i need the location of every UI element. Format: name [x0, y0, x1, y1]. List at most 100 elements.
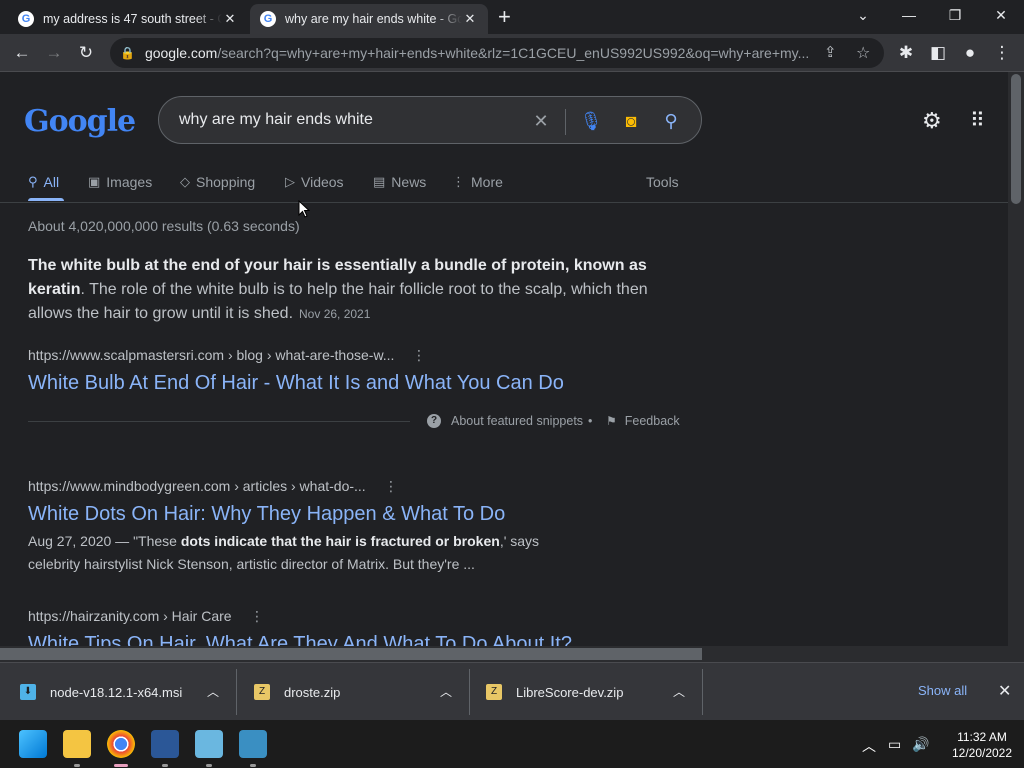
profile-avatar-icon[interactable]: ● — [958, 41, 982, 65]
horizontal-scrollbar[interactable] — [0, 646, 1024, 662]
volume-icon[interactable]: 🔊 — [912, 736, 929, 753]
feedback-label: Feedback — [624, 414, 680, 428]
snippet-result-title-link[interactable]: White Bulb At End Of Hair - What It Is a… — [28, 372, 564, 395]
download-item[interactable]: Z LibreScore-dev.zip — [486, 663, 623, 721]
tab-videos-label: Videos — [301, 174, 344, 190]
newspaper-icon: ▤ — [373, 174, 386, 189]
forward-arrow-icon[interactable]: → — [42, 41, 66, 65]
voice-search-mic-icon[interactable]: 🎙 — [579, 109, 603, 133]
search-input[interactable] — [179, 109, 519, 131]
clock-time: 11:32 AM — [957, 730, 1007, 744]
snippet-cite-url[interactable]: https://www.scalpmastersri.com › blog › … — [28, 347, 394, 363]
result-more-options-icon[interactable]: ⋮ — [250, 608, 264, 625]
clear-search-icon[interactable]: ✕ — [529, 109, 553, 133]
tab-more[interactable]: ⋮ More — [452, 172, 503, 192]
download-filename: LibreScore-dev.zip — [516, 684, 624, 700]
restore-icon[interactable]: ❐ — [932, 4, 978, 28]
snippet-date: Nov 26, 2021 — [299, 307, 371, 321]
browser-toolbar: ← → ↻ 🔒 google.com /search?q=why+are+my+… — [0, 34, 1024, 72]
close-tab-icon[interactable]: ✕ — [222, 11, 238, 27]
tab-images-label: Images — [106, 174, 153, 190]
reload-icon[interactable]: ↻ — [74, 41, 98, 65]
google-favicon-icon: G — [18, 11, 34, 27]
show-all-downloads-link[interactable]: Show all — [918, 683, 967, 698]
tab-news[interactable]: ▤ News — [373, 172, 426, 192]
extensions-puzzle-icon[interactable]: ✱ — [894, 41, 918, 65]
tools-button[interactable]: Tools — [646, 172, 679, 192]
lens-camera-icon[interactable]: ◙ — [619, 109, 643, 133]
side-panel-icon[interactable]: ◧ — [926, 41, 950, 65]
running-indicator — [206, 764, 212, 767]
vertical-scrollbar[interactable] — [1008, 72, 1024, 646]
running-indicator — [250, 764, 256, 767]
play-icon: ▷ — [285, 174, 295, 189]
tab-images[interactable]: ▣ Images — [88, 172, 152, 192]
browser-tab-active[interactable]: G why are my hair ends white - Google Se… — [250, 4, 488, 34]
tab-videos[interactable]: ▷ Videos — [285, 172, 344, 192]
tray-overflow-chevron-icon[interactable]: ︿ — [862, 736, 876, 756]
address-bar[interactable]: 🔒 google.com /search?q=why+are+my+hair+e… — [110, 38, 884, 68]
download-options-chevron-icon[interactable]: ︿ — [440, 683, 452, 700]
result-cite-url[interactable]: https://hairzanity.com › Hair Care — [28, 608, 232, 624]
running-indicator — [74, 764, 80, 767]
download-item[interactable]: Z droste.zip — [254, 663, 340, 721]
search-box-divider — [565, 109, 566, 135]
search-box[interactable]: ✕ 🎙 ◙ ⚲ — [158, 96, 702, 144]
chrome-icon[interactable] — [107, 730, 135, 758]
snippet-footer-divider — [28, 421, 410, 422]
vertical-scroll-thumb[interactable] — [1011, 74, 1021, 204]
logo-text: Google — [24, 104, 136, 139]
tab-all[interactable]: ⚲ All — [28, 172, 59, 192]
result-title-link[interactable]: White Tips On Hair. What Are They And Wh… — [28, 633, 572, 646]
search-results-page: Google ✕ 🎙 ◙ ⚲ ⚙ ⠿ ⚲ All ▣ Images ◇ Shop… — [0, 72, 1008, 646]
network-icon[interactable]: ▭ — [888, 736, 901, 753]
feedback-link[interactable]: ⚑ Feedback — [606, 414, 680, 428]
taskbar-clock[interactable]: 11:32 AM 12/20/2022 — [950, 729, 1014, 761]
result-title-link[interactable]: White Dots On Hair: Why They Happen & Wh… — [28, 503, 505, 526]
about-featured-snippets-link[interactable]: ? About featured snippets — [427, 414, 583, 428]
result-more-options-icon[interactable]: ⋮ — [384, 478, 398, 495]
close-downloads-icon[interactable]: ✕ — [998, 681, 1011, 701]
apps-grid-icon[interactable]: ⠿ — [970, 108, 985, 133]
download-filename: droste.zip — [284, 684, 341, 700]
download-options-chevron-icon[interactable]: ︿ — [673, 683, 685, 700]
file-explorer-icon[interactable] — [63, 730, 91, 758]
app-icon[interactable] — [151, 730, 179, 758]
zip-file-icon: Z — [486, 684, 502, 700]
lock-icon[interactable]: 🔒 — [120, 46, 135, 60]
result-cite-url[interactable]: https://www.mindbodygreen.com › articles… — [28, 478, 366, 494]
search-submit-icon[interactable]: ⚲ — [659, 109, 683, 133]
tab-search-chevron-icon[interactable]: ⌄ — [840, 4, 886, 28]
download-options-chevron-icon[interactable]: ︿ — [207, 683, 219, 700]
download-separator — [236, 669, 237, 715]
download-separator — [702, 669, 703, 715]
settings-gear-icon[interactable]: ⚙ — [922, 108, 942, 134]
horizontal-scroll-thumb[interactable] — [0, 648, 702, 660]
tab-more-label: More — [471, 174, 503, 190]
google-logo[interactable]: Google — [24, 104, 136, 139]
result-description: Aug 27, 2020 — "These dots indicate that… — [28, 530, 588, 576]
result-desc-pre: Aug 27, 2020 — "These — [28, 533, 181, 549]
control-panel-icon[interactable] — [195, 730, 223, 758]
bookmark-star-icon[interactable]: ☆ — [856, 43, 870, 63]
close-window-icon[interactable]: ✕ — [978, 4, 1024, 28]
tab-shopping[interactable]: ◇ Shopping — [180, 172, 255, 192]
google-favicon-icon: G — [260, 11, 276, 27]
minimize-icon[interactable]: — — [886, 4, 932, 28]
more-dots-icon: ⋮ — [452, 174, 465, 189]
windows-start-icon[interactable] — [19, 730, 47, 758]
new-tab-icon[interactable]: + — [498, 6, 511, 28]
browser-tab-inactive[interactable]: G my address is 47 south street - Google… — [8, 4, 248, 34]
about-snippets-label: About featured snippets — [451, 414, 584, 428]
snippet-more-options-icon[interactable]: ⋮ — [412, 347, 426, 364]
tab-shopping-label: Shopping — [196, 174, 256, 190]
download-item[interactable]: ⬇ node-v18.12.1-x64.msi — [20, 663, 182, 721]
tab-news-label: News — [391, 174, 427, 190]
tab-strip: G my address is 47 south street - Google… — [0, 0, 1024, 34]
browser-menu-icon[interactable]: ⋮ — [990, 41, 1014, 65]
back-arrow-icon[interactable]: ← — [10, 41, 34, 65]
share-icon[interactable]: ⇪ — [824, 43, 837, 61]
close-tab-icon[interactable]: ✕ — [462, 11, 478, 27]
installer-icon[interactable] — [239, 730, 267, 758]
running-indicator — [162, 764, 168, 767]
